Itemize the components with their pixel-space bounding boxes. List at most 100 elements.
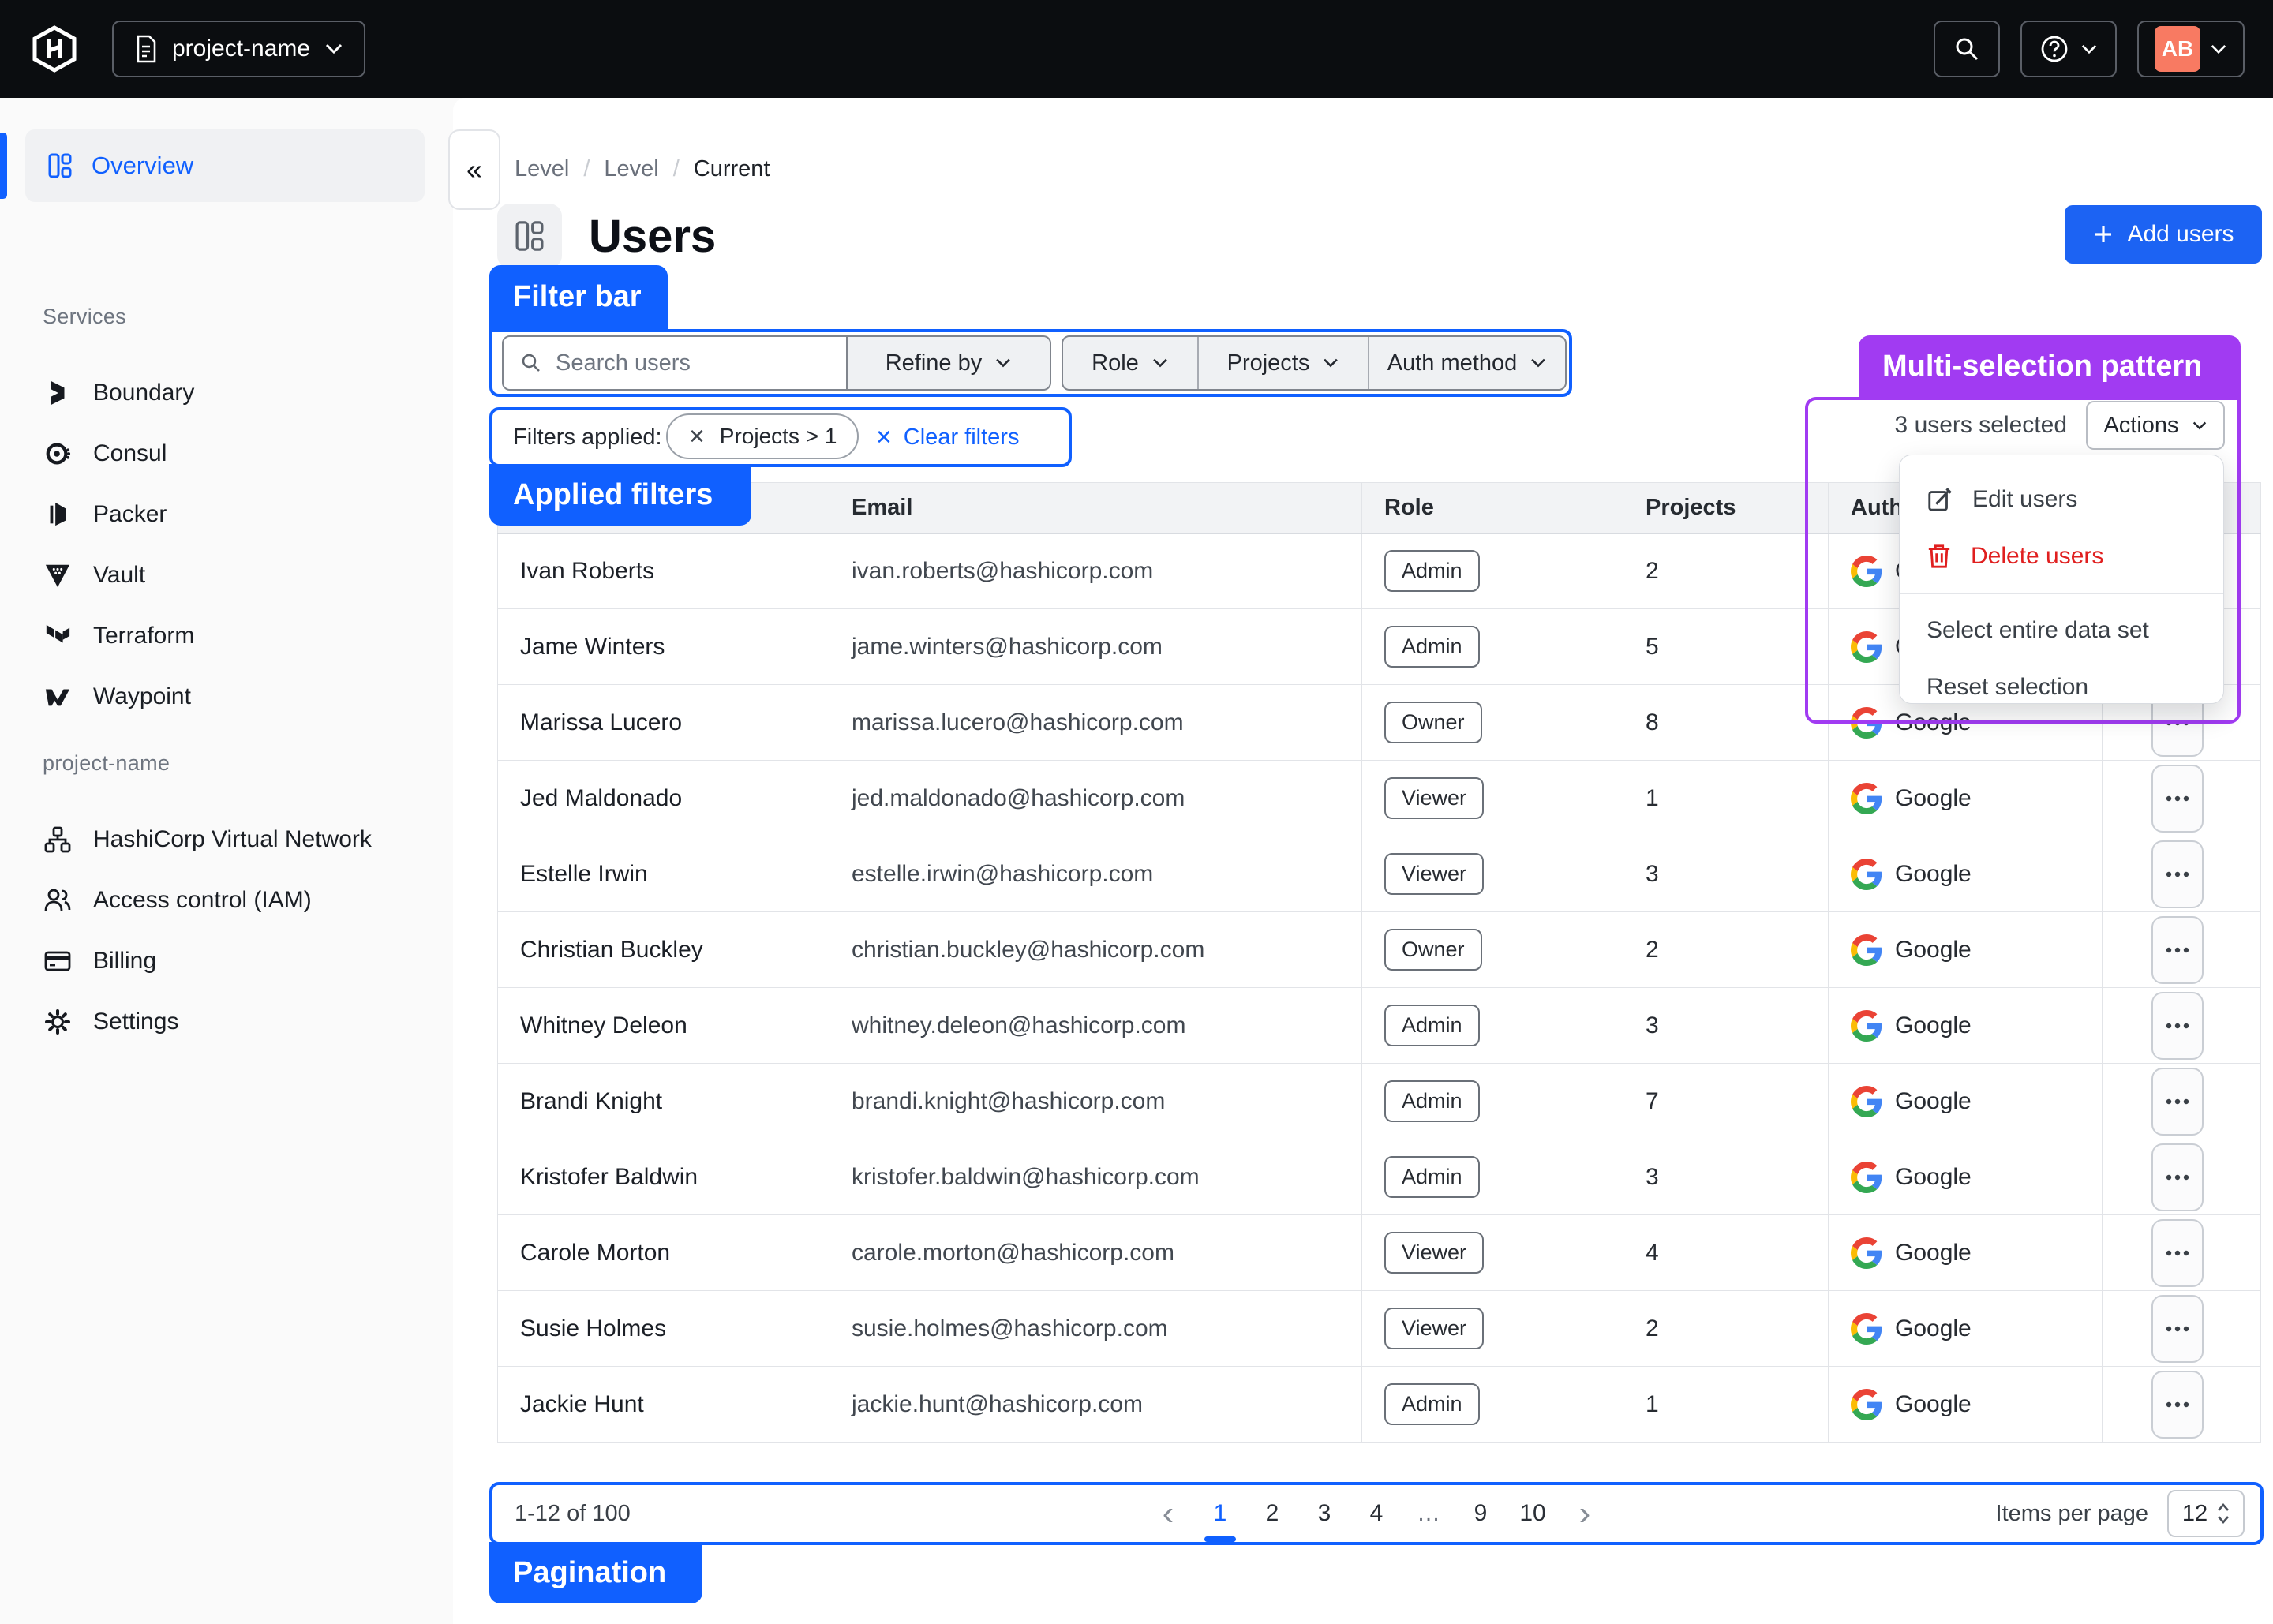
filter-chip[interactable]: ✕ Projects > 1 (666, 413, 859, 459)
sidebar-item-vault[interactable]: Vault (0, 547, 453, 604)
sidebar-item-label: Waypoint (93, 683, 191, 710)
google-icon (1851, 556, 1882, 587)
user-email: carole.morton@hashicorp.com (829, 1215, 1362, 1291)
search-users-field (502, 335, 848, 391)
avatar: AB (2155, 26, 2200, 72)
user-name: Susie Holmes (498, 1291, 829, 1367)
chevron-down-icon (2192, 421, 2207, 431)
role-badge: Admin (1384, 1005, 1480, 1046)
row-overflow-button[interactable] (2151, 916, 2204, 984)
waypoint-icon (43, 682, 73, 712)
row-overflow-button[interactable] (2151, 1295, 2204, 1363)
ellipsis-icon (2166, 1098, 2189, 1105)
role-filter-dropdown[interactable]: Role (1063, 337, 1199, 389)
items-per-page-stepper[interactable]: 12 (2167, 1490, 2245, 1537)
hashicorp-logo-icon[interactable] (30, 24, 79, 73)
role-badge: Admin (1384, 1156, 1480, 1198)
google-icon (1851, 631, 1882, 663)
sidebar-item-label: Consul (93, 440, 167, 467)
google-icon (1851, 1162, 1882, 1193)
user-email: jame.winters@hashicorp.com (829, 609, 1362, 685)
items-per-page-label: Items per page (1996, 1501, 2148, 1527)
column-header-email[interactable]: Email (829, 483, 1362, 533)
clear-filters-link[interactable]: ✕ Clear filters (875, 417, 1019, 458)
breadcrumb-link[interactable]: Level (515, 156, 569, 182)
global-search-button[interactable] (1934, 21, 2000, 77)
refine-by-dropdown[interactable]: Refine by (848, 335, 1051, 391)
table-row: Jackie Huntjackie.hunt@hashicorp.comAdmi… (498, 1367, 2261, 1443)
actions-dropdown-button[interactable]: Actions (2086, 401, 2225, 450)
page-title-icon-tile (497, 204, 562, 268)
user-name: Carole Morton (498, 1215, 829, 1291)
row-overflow-button[interactable] (2151, 1219, 2204, 1287)
row-overflow-button[interactable] (2151, 992, 2204, 1060)
user-projects-count: 3 (1623, 836, 1829, 912)
sidebar-item-overview[interactable]: Overview (25, 129, 425, 202)
auth-method-value: Google (1895, 1164, 1972, 1191)
auth-method-value: Google (1895, 1240, 1972, 1267)
sidebar-item-settings[interactable]: Settings (0, 993, 453, 1050)
chip-remove-icon[interactable]: ✕ (688, 425, 706, 449)
sidebar-item-hvn[interactable]: HashiCorp Virtual Network (0, 811, 453, 868)
sidebar-item-boundary[interactable]: Boundary (0, 365, 453, 421)
auth-method-filter-dropdown[interactable]: Auth method (1369, 337, 1565, 389)
role-badge: Owner (1384, 702, 1482, 743)
sidebar-collapse-button[interactable]: « (448, 129, 500, 210)
user-email: estelle.irwin@hashicorp.com (829, 836, 1362, 912)
sidebar-item-packer[interactable]: Packer (0, 486, 453, 543)
table-row: Carole Mortoncarole.morton@hashicorp.com… (498, 1215, 2261, 1291)
ellipsis-icon (2166, 1023, 2189, 1029)
main-panel: « Level / Level / Current Users Add user… (453, 98, 2273, 1624)
gear-icon (43, 1007, 73, 1037)
project-section-label: project-name (43, 751, 170, 776)
help-menu-button[interactable] (2020, 21, 2117, 77)
column-header-projects[interactable]: Projects (1623, 483, 1829, 533)
menu-item-delete-users[interactable]: Delete users (1900, 528, 2223, 585)
sidebar-item-consul[interactable]: Consul (0, 425, 453, 482)
row-overflow-button[interactable] (2151, 765, 2204, 833)
annotation-label-multi-selection: Multi-selection pattern (1859, 335, 2241, 397)
user-name: Jackie Hunt (498, 1367, 829, 1443)
menu-item-reset-selection[interactable]: Reset selection (1900, 659, 2223, 716)
row-overflow-button[interactable] (2151, 1143, 2204, 1211)
google-icon (1851, 1313, 1882, 1345)
sidebar-item-waypoint[interactable]: Waypoint (0, 668, 453, 725)
sidebar-item-label: Boundary (93, 380, 194, 406)
menu-item-edit-users[interactable]: Edit users (1900, 471, 2223, 528)
chevron-down-icon (2210, 43, 2227, 55)
add-users-button[interactable]: Add users (2065, 205, 2262, 264)
breadcrumb-link[interactable]: Level (604, 156, 658, 182)
navbar-right-group: AB (1934, 21, 2245, 77)
user-email: christian.buckley@hashicorp.com (829, 912, 1362, 988)
row-overflow-button[interactable] (2151, 1371, 2204, 1439)
actions-menu: Edit users Delete users Select entire da… (1899, 455, 2224, 704)
sidebar-item-access-control[interactable]: Access control (IAM) (0, 872, 453, 929)
search-users-input[interactable] (556, 350, 816, 376)
breadcrumb: Level / Level / Current (515, 152, 770, 186)
user-name: Whitney Deleon (498, 988, 829, 1064)
user-name: Estelle Irwin (498, 836, 829, 912)
table-row: Kristofer Baldwinkristofer.baldwin@hashi… (498, 1139, 2261, 1215)
row-overflow-button[interactable] (2151, 1068, 2204, 1136)
document-icon (134, 35, 158, 63)
dashboard-icon (46, 152, 74, 180)
table-row: Susie Holmessusie.holmes@hashicorp.comVi… (498, 1291, 2261, 1367)
account-menu-button[interactable]: AB (2137, 21, 2245, 77)
google-icon (1851, 1086, 1882, 1117)
google-icon (1851, 783, 1882, 814)
user-name: Jed Maldonado (498, 761, 829, 836)
row-overflow-button[interactable] (2151, 840, 2204, 908)
menu-item-label: Edit users (1972, 486, 2077, 513)
column-header-role[interactable]: Role (1362, 483, 1623, 533)
sidebar-item-billing[interactable]: Billing (0, 933, 453, 990)
sidebar-item-terraform[interactable]: Terraform (0, 608, 453, 664)
auth-method-value: Google (1895, 1012, 1972, 1039)
user-email: whitney.deleon@hashicorp.com (829, 988, 1362, 1064)
menu-item-select-entire-data-set[interactable]: Select entire data set (1900, 602, 2223, 659)
role-badge: Viewer (1384, 777, 1484, 819)
project-switcher[interactable]: project-name (112, 21, 365, 77)
sidebar-item-label: Packer (93, 501, 167, 528)
projects-filter-dropdown[interactable]: Projects (1199, 337, 1369, 389)
user-email: ivan.roberts@hashicorp.com (829, 533, 1362, 609)
menu-divider (1900, 593, 2223, 594)
